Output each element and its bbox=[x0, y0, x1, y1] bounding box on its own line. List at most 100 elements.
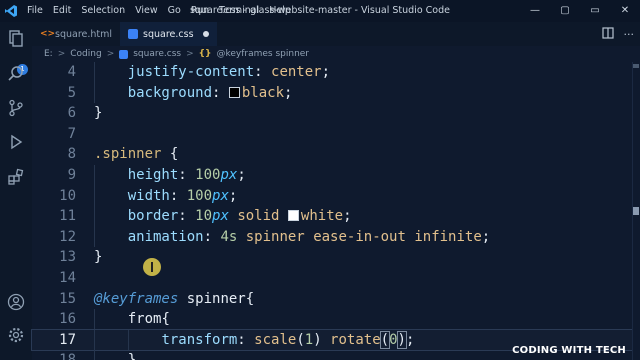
code-token: ; bbox=[405, 331, 415, 348]
code-token: ; bbox=[481, 228, 491, 245]
code-line[interactable]: 10 width: 100px; bbox=[32, 185, 632, 207]
line-number: 5 bbox=[67, 84, 76, 101]
editor-tabs: <> square.html square.css ··· bbox=[32, 22, 640, 46]
code-line[interactable]: 12 animation: 4s spinner ease-in-out inf… bbox=[32, 226, 632, 248]
title-bar: File Edit Selection View Go Run Terminal Help s… bbox=[0, 0, 640, 22]
menu-item-selection[interactable]: Selection bbox=[76, 0, 130, 22]
menu-item-edit[interactable]: Edit bbox=[48, 0, 76, 22]
code-token: ) bbox=[313, 331, 331, 348]
breadcrumb-item[interactable]: Coding bbox=[70, 49, 101, 59]
code-token: 100 bbox=[186, 187, 213, 204]
tab-label: square.html bbox=[55, 28, 113, 40]
code-line[interactable]: 11 border: 10px solid white; bbox=[32, 206, 632, 227]
code-token: : bbox=[203, 228, 221, 245]
code-line[interactable]: 5 background: black; bbox=[32, 82, 632, 104]
code-token: white bbox=[300, 208, 344, 225]
code-token: width bbox=[127, 187, 170, 204]
code-token: { bbox=[161, 311, 170, 328]
breadcrumb-item[interactable]: @keyframes spinner bbox=[216, 49, 309, 59]
code-token: @keyframes bbox=[94, 290, 179, 307]
restore-icon[interactable]: ▢ bbox=[550, 0, 580, 22]
run-debug-icon[interactable] bbox=[6, 132, 26, 152]
menu-item-help[interactable]: Help bbox=[264, 0, 296, 22]
color-swatch-black[interactable] bbox=[228, 86, 240, 98]
code-token: height bbox=[127, 167, 179, 183]
tab-label: square.css bbox=[143, 28, 194, 40]
code-line[interactable]: 14 bbox=[32, 268, 632, 289]
code-token: background bbox=[127, 84, 213, 101]
code-token: spinner bbox=[245, 228, 305, 245]
line-number: 6 bbox=[67, 105, 76, 122]
line-number: 17 bbox=[59, 331, 76, 348]
breadcrumb-item[interactable]: E: bbox=[44, 49, 53, 59]
code-token: from bbox=[127, 311, 162, 328]
extensions-icon[interactable] bbox=[6, 167, 26, 187]
maximize-icon[interactable]: ▭ bbox=[580, 0, 610, 22]
code-line[interactable]: 6} bbox=[32, 103, 632, 124]
code-token: px bbox=[212, 208, 229, 225]
explorer-icon[interactable] bbox=[6, 28, 26, 48]
code-text: @keyframes spinner{ bbox=[94, 289, 254, 310]
code-line[interactable]: 4 justify-content: center; bbox=[32, 62, 632, 83]
code-token: infinite bbox=[414, 228, 482, 245]
code-text: } bbox=[94, 247, 102, 268]
code-token: : bbox=[169, 187, 187, 204]
settings-gear-icon[interactable] bbox=[6, 325, 26, 345]
editor-scrollbar[interactable] bbox=[632, 62, 640, 360]
text-cursor-icon bbox=[151, 262, 153, 272]
code-token: .spinner bbox=[94, 146, 162, 163]
css-file-icon bbox=[119, 49, 129, 59]
code-text: .spinner { bbox=[94, 144, 178, 165]
split-editor-icon[interactable] bbox=[601, 26, 614, 42]
code-text: animation: 4s spinner ease-in-out infini… bbox=[94, 227, 491, 248]
line-number: 14 bbox=[59, 270, 76, 286]
code-editor[interactable]: 4 justify-content: center; 5 background: … bbox=[31, 62, 633, 360]
line-number: 16 bbox=[59, 311, 76, 328]
menu-item-run[interactable]: Run bbox=[186, 0, 214, 22]
source-control-icon[interactable] bbox=[6, 98, 26, 118]
line-number: 10 bbox=[59, 187, 76, 204]
tab-square-html[interactable]: <> square.html bbox=[32, 22, 120, 46]
code-line[interactable]: 13} bbox=[32, 247, 632, 268]
code-token: ; bbox=[228, 187, 238, 204]
menu-item-file[interactable]: File bbox=[22, 0, 48, 22]
code-token: rotate bbox=[330, 331, 381, 348]
html-file-icon: <> bbox=[40, 29, 56, 39]
account-icon[interactable] bbox=[6, 292, 26, 312]
close-icon[interactable]: ✕ bbox=[610, 0, 640, 22]
unsaved-dot-icon[interactable] bbox=[202, 31, 209, 37]
code-text: justify-content: center; bbox=[94, 62, 330, 83]
tab-square-css[interactable]: square.css bbox=[120, 22, 217, 46]
breadcrumb: E: > Coding > square.css > {} @keyframes… bbox=[32, 46, 640, 62]
code-token: } bbox=[94, 105, 103, 122]
layout-toggle-icon[interactable]: — bbox=[520, 0, 550, 22]
code-token: transform bbox=[161, 331, 238, 348]
code-token: 4s bbox=[220, 228, 238, 245]
code-line[interactable]: 7 bbox=[32, 124, 632, 145]
code-token: justify-content bbox=[127, 64, 255, 80]
vscode-logo-icon bbox=[0, 0, 22, 22]
menu-bar: File Edit Selection View Go Run Terminal Help bbox=[22, 0, 296, 22]
search-icon[interactable] bbox=[6, 64, 26, 84]
line-number: 18 bbox=[32, 350, 76, 360]
menu-item-terminal[interactable]: Terminal bbox=[214, 0, 264, 22]
code-line[interactable]: 9 height: 100px; bbox=[32, 165, 632, 186]
line-number: 4 bbox=[67, 64, 76, 80]
line-number: 9 bbox=[67, 167, 76, 183]
code-line[interactable]: 16 from{ bbox=[32, 309, 632, 330]
breadcrumb-item[interactable]: square.css bbox=[133, 49, 181, 59]
menu-item-go[interactable]: Go bbox=[163, 0, 186, 22]
menu-item-view[interactable]: View bbox=[130, 0, 163, 22]
code-line[interactable]: 8 .spinner { bbox=[32, 144, 632, 165]
color-swatch-white[interactable] bbox=[287, 210, 299, 222]
breadcrumb-separator: > bbox=[186, 49, 194, 59]
code-line[interactable]: 15 @keyframes spinner{ bbox=[32, 289, 632, 310]
more-actions-icon[interactable]: ··· bbox=[624, 28, 635, 41]
code-token: ) bbox=[396, 330, 407, 349]
